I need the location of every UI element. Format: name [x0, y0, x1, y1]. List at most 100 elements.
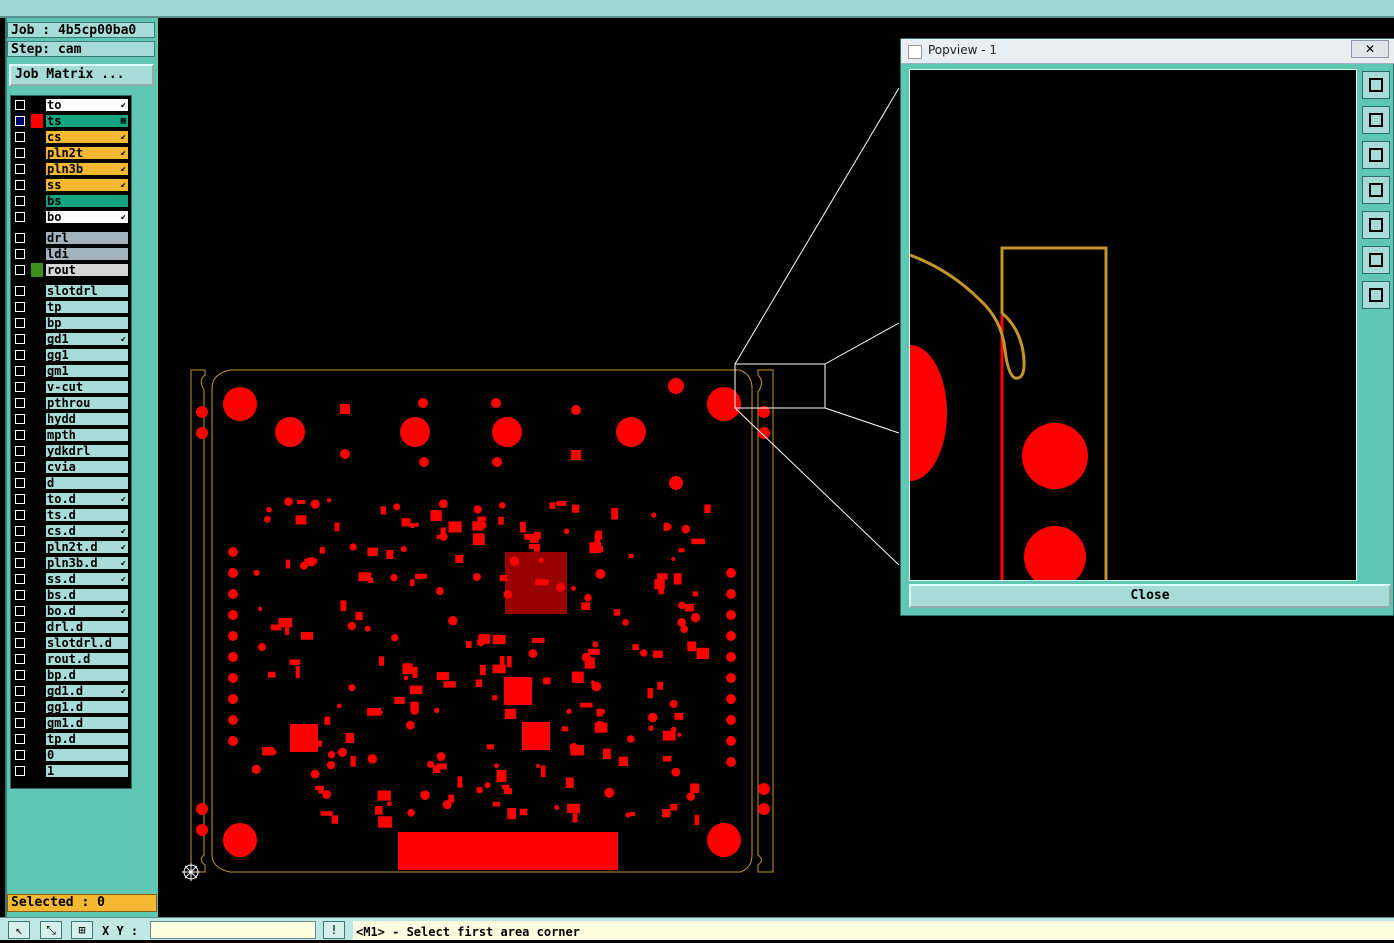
- layer-name[interactable]: tp.d: [46, 733, 128, 745]
- layer-row[interactable]: rout.d: [11, 652, 131, 666]
- pan-left-icon[interactable]: [1362, 176, 1390, 204]
- layer-name[interactable]: ts ▦: [46, 115, 128, 127]
- layer-color-swatch[interactable]: [31, 620, 43, 634]
- layer-checkbox[interactable]: [15, 196, 25, 206]
- layer-row[interactable]: tp.d: [11, 732, 131, 746]
- layer-color-swatch[interactable]: [31, 130, 43, 144]
- layer-color-swatch[interactable]: [31, 700, 43, 714]
- layer-row[interactable]: rout: [11, 263, 131, 277]
- layer-name[interactable]: cs ↙: [46, 131, 128, 143]
- layer-row[interactable]: ss ↙: [11, 178, 131, 192]
- layer-name[interactable]: cvia: [46, 461, 128, 473]
- pcb-canvas[interactable]: [160, 18, 900, 916]
- layer-color-swatch[interactable]: [31, 98, 43, 112]
- layer-color-swatch[interactable]: [31, 764, 43, 778]
- layer-color-swatch[interactable]: [31, 284, 43, 298]
- layer-row[interactable]: cs ↙: [11, 130, 131, 144]
- layer-row[interactable]: cvia: [11, 460, 131, 474]
- layer-color-swatch[interactable]: [31, 572, 43, 586]
- layer-color-swatch[interactable]: [31, 732, 43, 746]
- layer-name[interactable]: 0: [46, 749, 128, 761]
- layer-row[interactable]: ts ▦: [11, 114, 131, 128]
- info-icon[interactable]: !: [323, 921, 345, 939]
- zoom-fit-icon[interactable]: [1362, 71, 1390, 99]
- grid-icon[interactable]: ⊞: [71, 921, 93, 939]
- layer-row[interactable]: bp: [11, 316, 131, 330]
- layer-checkbox[interactable]: [15, 212, 25, 222]
- layer-checkbox[interactable]: [15, 686, 25, 696]
- layer-row[interactable]: to ↙: [11, 98, 131, 112]
- layer-checkbox[interactable]: [15, 510, 25, 520]
- layer-color-swatch[interactable]: [31, 364, 43, 378]
- layer-checkbox[interactable]: [15, 558, 25, 568]
- layer-name[interactable]: v-cut: [46, 381, 128, 393]
- layer-checkbox[interactable]: [15, 670, 25, 680]
- layer-color-swatch[interactable]: [31, 231, 43, 245]
- layer-name[interactable]: bs.d: [46, 589, 128, 601]
- layer-name[interactable]: rout.d: [46, 653, 128, 665]
- pan-right-icon[interactable]: [1362, 211, 1390, 239]
- layer-name[interactable]: pln2t ↙: [46, 147, 128, 159]
- layer-color-swatch[interactable]: [31, 210, 43, 224]
- layer-color-swatch[interactable]: [31, 380, 43, 394]
- layer-row[interactable]: gm1: [11, 364, 131, 378]
- zoom-in-icon[interactable]: [1362, 246, 1390, 274]
- popview-canvas[interactable]: [909, 69, 1357, 581]
- layer-checkbox[interactable]: [15, 494, 25, 504]
- layer-row[interactable]: ts.d: [11, 508, 131, 522]
- layer-checkbox[interactable]: [15, 233, 25, 243]
- layer-checkbox[interactable]: [15, 382, 25, 392]
- layer-color-swatch[interactable]: [31, 412, 43, 426]
- job-matrix-button[interactable]: Job Matrix ...: [9, 64, 154, 86]
- layer-checkbox[interactable]: [15, 414, 25, 424]
- layer-checkbox[interactable]: [15, 116, 25, 126]
- layer-row[interactable]: v-cut: [11, 380, 131, 394]
- layer-checkbox[interactable]: [15, 148, 25, 158]
- layer-checkbox[interactable]: [15, 526, 25, 536]
- layer-checkbox[interactable]: [15, 702, 25, 712]
- pan-up-icon[interactable]: [1362, 106, 1390, 134]
- layer-color-swatch[interactable]: [31, 508, 43, 522]
- measure-icon[interactable]: ⤡: [40, 921, 62, 939]
- layer-name[interactable]: rout: [46, 264, 128, 276]
- layer-color-swatch[interactable]: [31, 652, 43, 666]
- layer-checkbox[interactable]: [15, 718, 25, 728]
- layer-checkbox[interactable]: [15, 164, 25, 174]
- layer-row[interactable]: slotdrl: [11, 284, 131, 298]
- layer-checkbox[interactable]: [15, 574, 25, 584]
- layer-name[interactable]: gd1.d ↙: [46, 685, 128, 697]
- layer-color-swatch[interactable]: [31, 524, 43, 538]
- layer-checkbox[interactable]: [15, 398, 25, 408]
- layer-name[interactable]: gg1.d: [46, 701, 128, 713]
- layer-checkbox[interactable]: [15, 734, 25, 744]
- layer-color-swatch[interactable]: [31, 716, 43, 730]
- layer-checkbox[interactable]: [15, 606, 25, 616]
- layer-row[interactable]: pln3b ↙: [11, 162, 131, 176]
- layer-name[interactable]: d: [46, 477, 128, 489]
- layer-color-swatch[interactable]: [31, 300, 43, 314]
- layer-row[interactable]: pln2t.d ↙: [11, 540, 131, 554]
- layer-checkbox[interactable]: [15, 100, 25, 110]
- layer-name[interactable]: hydd: [46, 413, 128, 425]
- zoom-out-icon[interactable]: [1362, 281, 1390, 309]
- layer-name[interactable]: slotdrl.d: [46, 637, 128, 649]
- layer-name[interactable]: bo.d ↙: [46, 605, 128, 617]
- layer-checkbox[interactable]: [15, 366, 25, 376]
- layer-checkbox[interactable]: [15, 766, 25, 776]
- layer-color-swatch[interactable]: [31, 476, 43, 490]
- layer-checkbox[interactable]: [15, 249, 25, 259]
- layer-name[interactable]: pln3b ↙: [46, 163, 128, 175]
- layer-row[interactable]: gd1 ↙: [11, 332, 131, 346]
- layer-checkbox[interactable]: [15, 334, 25, 344]
- layer-row[interactable]: tp: [11, 300, 131, 314]
- xy-input[interactable]: [150, 921, 316, 939]
- layer-name[interactable]: ydkdrl: [46, 445, 128, 457]
- close-icon[interactable]: ✕: [1351, 40, 1389, 58]
- layer-row[interactable]: bo ↙: [11, 210, 131, 224]
- layer-row[interactable]: bs: [11, 194, 131, 208]
- layer-color-swatch[interactable]: [31, 332, 43, 346]
- layer-color-swatch[interactable]: [31, 604, 43, 618]
- layer-row[interactable]: ss.d ↙: [11, 572, 131, 586]
- layer-color-swatch[interactable]: [31, 492, 43, 506]
- layer-color-swatch[interactable]: [31, 146, 43, 160]
